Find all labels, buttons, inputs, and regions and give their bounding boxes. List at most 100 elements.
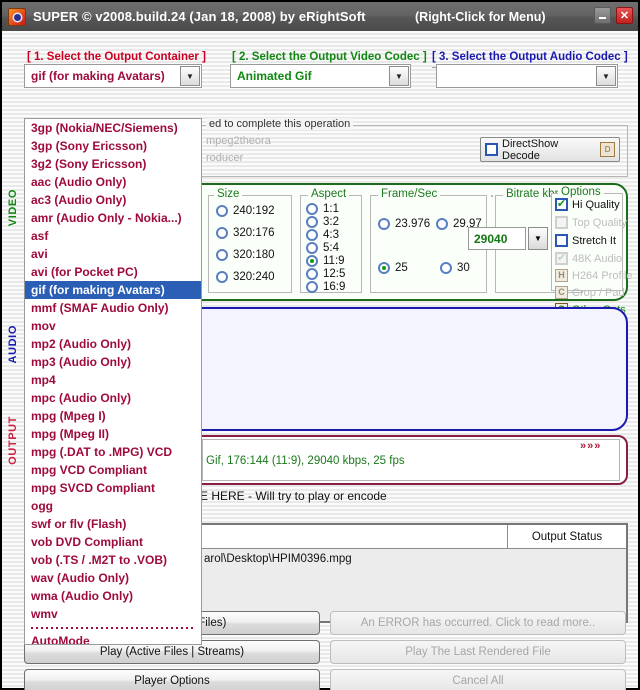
dropdown-item[interactable]: asf xyxy=(25,227,201,245)
needed-tools-legend: ed to complete this operation xyxy=(206,118,354,130)
dropdown-item[interactable]: gif (for making Avatars) xyxy=(25,281,201,299)
aspect-option-0[interactable]: 1:1 xyxy=(306,203,339,215)
output-status-column-header: Output Status xyxy=(531,530,603,543)
output-container-combo[interactable]: gif (for making Avatars) ▼ xyxy=(24,64,202,88)
fps-option-3[interactable]: 30 xyxy=(440,262,470,274)
dropdown-item[interactable]: aac (Audio Only) xyxy=(25,173,201,191)
option-label: H264 Profile xyxy=(572,269,633,282)
dropdown-item[interactable]: mpg SVCD Compliant xyxy=(25,479,201,497)
cancel-all-button[interactable]: Cancel All xyxy=(330,669,626,690)
close-icon[interactable]: ✕ xyxy=(616,7,633,24)
needed-tool-1: mpeg2theora xyxy=(206,135,271,147)
radio-icon[interactable] xyxy=(306,268,318,280)
dropdown-item[interactable]: wmv xyxy=(25,605,201,623)
error-button[interactable]: An ERROR has occurred. Click to read mor… xyxy=(330,611,626,635)
size-option-3[interactable]: 320:240 xyxy=(216,271,275,283)
dropdown-item[interactable]: mmf (SMAF Audio Only) xyxy=(25,299,201,317)
dropdown-item[interactable]: ogg xyxy=(25,497,201,515)
side-label-audio: AUDIO xyxy=(7,325,19,364)
play-last-rendered-button[interactable]: Play The Last Rendered File xyxy=(330,640,626,664)
dropdown-item[interactable]: swf or flv (Flash) xyxy=(25,515,201,533)
size-option-label: 320:176 xyxy=(233,227,275,239)
player-options-button[interactable]: Player Options xyxy=(24,669,320,690)
directshow-checkbox[interactable] xyxy=(485,143,498,156)
dropdown-item[interactable]: mpg VCD Compliant xyxy=(25,461,201,479)
option-label: 48K Audio xyxy=(572,252,623,265)
output-video-codec-combo[interactable]: Animated Gif ▼ xyxy=(230,64,411,88)
dropdown-item[interactable]: avi (for Pocket PC) xyxy=(25,263,201,281)
checkbox-icon[interactable] xyxy=(555,234,568,247)
radio-icon[interactable] xyxy=(440,262,452,274)
option-label: Hi Quality xyxy=(572,198,620,211)
file-list[interactable]: Output Status arol\Desktop\HPIM0396.mpg xyxy=(198,523,628,623)
option-hi-quality[interactable]: ✔ Hi Quality xyxy=(555,198,620,211)
chevron-down-icon[interactable]: ▼ xyxy=(180,66,200,86)
summary-more-arrows[interactable]: »»» xyxy=(580,440,601,452)
radio-icon-selected[interactable] xyxy=(378,262,390,274)
dropdown-item[interactable]: mpg (.DAT to .MPG) VCD xyxy=(25,443,201,461)
dropdown-item[interactable]: vob DVD Compliant xyxy=(25,533,201,551)
output-container-value: gif (for making Avatars) xyxy=(31,69,165,83)
radio-icon[interactable] xyxy=(216,205,228,217)
file-name-column-header xyxy=(200,525,508,548)
radio-icon[interactable] xyxy=(378,218,390,230)
radio-icon[interactable] xyxy=(306,203,318,215)
radio-icon[interactable] xyxy=(216,271,228,283)
chevron-down-icon[interactable]: ▼ xyxy=(389,66,409,86)
option-stretch-it[interactable]: Stretch It xyxy=(555,234,616,247)
table-row[interactable]: arol\Desktop\HPIM0396.mpg xyxy=(204,553,352,565)
directshow-decode-button[interactable]: DirectShow Decode D xyxy=(480,137,620,162)
size-option-1[interactable]: 320:176 xyxy=(216,227,275,239)
chevron-down-icon[interactable]: ▼ xyxy=(596,66,616,86)
dropdown-item[interactable]: mpc (Audio Only) xyxy=(25,389,201,407)
dropdown-item[interactable]: wma (Audio Only) xyxy=(25,587,201,605)
bitrate-input[interactable]: 29040 xyxy=(468,227,526,250)
dropdown-item[interactable]: AutoMode xyxy=(25,632,201,644)
radio-icon[interactable] xyxy=(216,249,228,261)
dropdown-item[interactable]: ac3 (Audio Only) xyxy=(25,191,201,209)
option-h264-profile: H H264 Profile xyxy=(555,269,633,282)
size-option-0[interactable]: 240:192 xyxy=(216,205,275,217)
dropdown-item[interactable]: mp4 xyxy=(25,371,201,389)
dropdown-item[interactable]: 3gp (Nokia/NEC/Siemens) xyxy=(25,119,201,137)
dropdown-item[interactable]: mpg (Mpeg I) xyxy=(25,407,201,425)
dropdown-item[interactable]: mp3 (Audio Only) xyxy=(25,353,201,371)
fps-option-2[interactable]: 25 xyxy=(378,262,408,274)
aspect-option-label: 1:1 xyxy=(323,203,339,215)
size-option-label: 320:240 xyxy=(233,271,275,283)
aspect-option-5[interactable]: 12:5 xyxy=(306,268,345,280)
output-container-dropdown-list[interactable]: 3gp (Nokia/NEC/Siemens) 3gp (Sony Ericsso… xyxy=(24,118,202,645)
radio-icon[interactable] xyxy=(436,218,448,230)
aspect-option-4[interactable]: 11:9 xyxy=(306,255,345,267)
dropdown-item[interactable]: mpg (Mpeg II) xyxy=(25,425,201,443)
option-crop-pad: C Crop / Pad xyxy=(555,286,625,299)
right-click-menu-hint: (Right-Click for Menu) xyxy=(415,9,546,24)
dropdown-item[interactable]: 3g2 (Sony Ericsson) xyxy=(25,155,201,173)
radio-icon[interactable] xyxy=(216,227,228,239)
dropdown-item[interactable]: wav (Audio Only) xyxy=(25,569,201,587)
radio-icon[interactable] xyxy=(306,242,318,254)
radio-icon-selected[interactable] xyxy=(306,255,318,267)
dropdown-item[interactable]: avi xyxy=(25,245,201,263)
dropdown-item[interactable]: mp2 (Audio Only) xyxy=(25,335,201,353)
checkbox-icon[interactable]: ✔ xyxy=(555,198,568,211)
dropdown-item[interactable]: mov xyxy=(25,317,201,335)
aspect-option-6[interactable]: 16:9 xyxy=(306,281,345,293)
aspect-option-2[interactable]: 4:3 xyxy=(306,229,339,241)
bitrate-chevron-down-icon[interactable]: ▼ xyxy=(528,227,548,250)
dropdown-item[interactable]: 3gp (Sony Ericsson) xyxy=(25,137,201,155)
dropdown-item[interactable]: amr (Audio Only - Nokia...) xyxy=(25,209,201,227)
bitrate-value: 29040 xyxy=(474,231,508,246)
radio-icon[interactable] xyxy=(306,281,318,293)
radio-icon[interactable] xyxy=(306,216,318,228)
dropdown-separator xyxy=(25,623,201,632)
size-option-2[interactable]: 320:180 xyxy=(216,249,275,261)
radio-icon[interactable] xyxy=(306,229,318,241)
directshow-badge-icon[interactable]: D xyxy=(600,142,615,157)
aspect-option-3[interactable]: 5:4 xyxy=(306,242,339,254)
fps-option-0[interactable]: 23.976 xyxy=(378,218,430,230)
minimize-button[interactable] xyxy=(594,7,611,24)
output-audio-codec-combo[interactable]: ▼ xyxy=(436,64,618,88)
dropdown-item[interactable]: vob (.TS / .M2T to .VOB) xyxy=(25,551,201,569)
aspect-option-1[interactable]: 3:2 xyxy=(306,216,339,228)
